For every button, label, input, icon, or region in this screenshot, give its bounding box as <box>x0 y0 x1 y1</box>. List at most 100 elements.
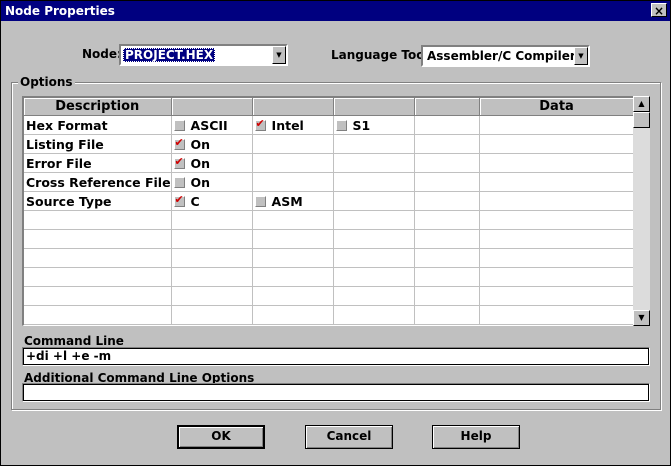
option-cell <box>414 286 480 306</box>
option-checkbox[interactable] <box>173 136 185 150</box>
option-cell <box>252 134 334 154</box>
option-cell <box>479 286 635 306</box>
option-cell[interactable]: S1 <box>333 115 415 135</box>
option-cell[interactable]: ASCII <box>171 115 253 135</box>
option-cell <box>414 305 480 325</box>
scroll-up-arrow-icon[interactable]: ▲ <box>633 96 650 112</box>
option-cell <box>479 153 635 173</box>
option-checkbox[interactable] <box>173 193 185 207</box>
command-line-field[interactable]: +di +l +e -m <box>22 347 650 366</box>
option-checkbox[interactable] <box>254 117 266 131</box>
option-cell <box>252 286 334 306</box>
options-row: Error File On <box>24 153 635 173</box>
option-cell <box>479 115 635 135</box>
options-row <box>24 210 635 230</box>
option-cell[interactable]: C <box>171 191 253 211</box>
options-row <box>24 248 635 268</box>
column-header-5[interactable] <box>414 98 480 116</box>
option-description <box>24 286 172 306</box>
option-checkbox-label: ASM <box>271 193 303 209</box>
option-cell <box>333 305 415 325</box>
column-header-4[interactable] <box>333 98 415 116</box>
options-row: Cross Reference File On <box>24 172 635 192</box>
option-description <box>24 305 172 325</box>
option-cell[interactable]: On <box>171 153 253 173</box>
options-group-label: Options <box>18 75 75 89</box>
node-label: Node: <box>82 47 122 61</box>
option-description: Error File <box>24 153 172 173</box>
option-cell <box>414 115 480 135</box>
option-cell <box>171 286 253 306</box>
options-row <box>24 305 635 325</box>
option-cell[interactable]: On <box>171 134 253 154</box>
column-header-3[interactable] <box>252 98 334 116</box>
option-cell <box>252 305 334 325</box>
option-cell <box>414 191 480 211</box>
option-checkbox[interactable] <box>173 155 185 169</box>
options-grid[interactable]: Description Data Hex FormatASCII Intel S1 L… <box>22 96 650 326</box>
option-cell <box>171 229 253 249</box>
option-cell[interactable]: Intel <box>252 115 334 135</box>
node-value: PROJECT.HEX <box>123 48 216 62</box>
options-row: Hex Format ASCII Intel S1 <box>24 115 635 135</box>
option-cell <box>333 153 415 173</box>
option-cell <box>252 210 334 230</box>
option-description: Source Type <box>24 191 172 211</box>
option-cell <box>479 191 635 211</box>
option-checkbox-label: On <box>190 136 211 152</box>
option-cell <box>333 286 415 306</box>
option-checkbox-label: On <box>190 174 211 190</box>
column-header-2[interactable] <box>171 98 253 116</box>
option-checkbox[interactable] <box>254 195 266 207</box>
language-tool-value: Assembler/C Compiler <box>427 49 576 63</box>
options-row <box>24 286 635 306</box>
node-combo[interactable]: PROJECT.HEX ▼ <box>119 44 288 66</box>
option-cell <box>414 267 480 287</box>
language-tool-label: Language Tool: <box>331 48 434 62</box>
option-cell <box>171 305 253 325</box>
cancel-button[interactable]: Cancel <box>305 425 393 449</box>
close-icon[interactable]: × <box>651 3 667 18</box>
column-header-description[interactable]: Description <box>24 98 172 116</box>
option-cell <box>414 172 480 192</box>
option-cell <box>252 229 334 249</box>
window-title: Node Properties <box>5 4 115 18</box>
option-cell <box>252 172 334 192</box>
option-cell <box>414 134 480 154</box>
scroll-down-arrow-icon[interactable]: ▼ <box>633 310 650 326</box>
options-vertical-scrollbar[interactable]: ▲ ▼ <box>633 96 650 326</box>
option-cell <box>333 172 415 192</box>
ok-button[interactable]: OK <box>177 425 265 449</box>
scroll-thumb[interactable] <box>633 112 650 128</box>
option-cell <box>333 191 415 211</box>
language-tool-dropdown-arrow-icon[interactable]: ▼ <box>574 47 588 65</box>
node-dropdown-arrow-icon[interactable]: ▼ <box>272 46 286 64</box>
option-cell <box>479 248 635 268</box>
options-header-row: Description Data <box>24 98 635 116</box>
column-header-data[interactable]: Data <box>479 98 635 116</box>
option-cell <box>414 210 480 230</box>
option-cell <box>171 267 253 287</box>
option-cell <box>479 172 635 192</box>
help-button[interactable]: Help <box>432 425 520 449</box>
options-row <box>24 229 635 249</box>
option-cell[interactable]: ASM <box>252 191 334 211</box>
option-checkbox-label: S1 <box>352 117 371 133</box>
title-bar[interactable]: Node Properties × <box>1 1 670 21</box>
option-description <box>24 229 172 249</box>
option-description <box>24 267 172 287</box>
option-cell <box>333 248 415 268</box>
option-cell <box>171 210 253 230</box>
option-checkbox-label: On <box>190 155 211 171</box>
additional-options-field[interactable] <box>22 383 650 402</box>
option-checkbox[interactable] <box>173 119 185 131</box>
option-checkbox[interactable] <box>173 176 185 188</box>
option-cell[interactable]: On <box>171 172 253 192</box>
option-description: Listing File <box>24 134 172 154</box>
option-description: Hex Format <box>24 115 172 135</box>
option-cell <box>252 153 334 173</box>
language-tool-combo[interactable]: Assembler/C Compiler ▼ <box>421 45 590 67</box>
option-cell <box>479 210 635 230</box>
option-checkbox[interactable] <box>335 119 347 131</box>
option-checkbox-label: Intel <box>271 117 304 133</box>
